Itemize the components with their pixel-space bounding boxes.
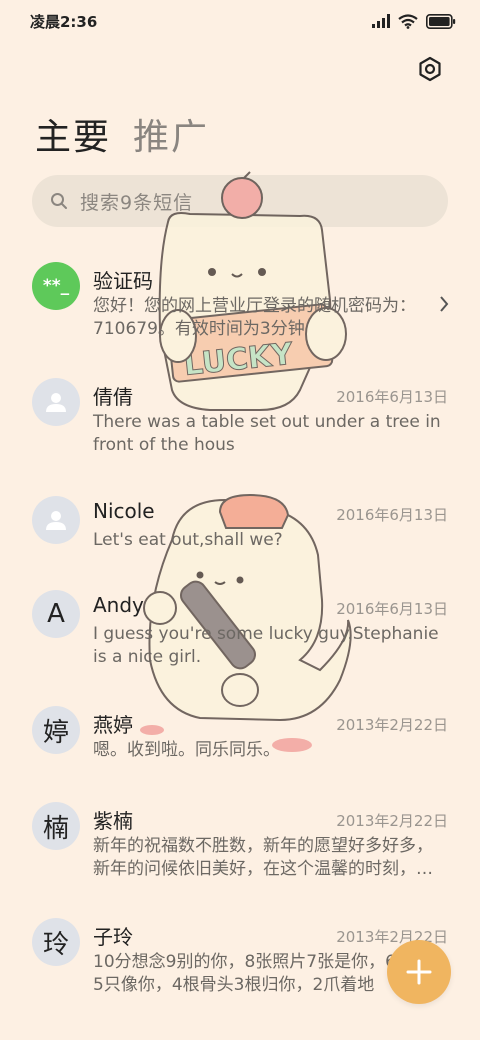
thread-name: 验证码 bbox=[93, 269, 153, 293]
thread-date: 2016年6月13日 bbox=[336, 388, 448, 406]
thread-name: Andy bbox=[93, 593, 144, 617]
thread-item-andy[interactable]: A Andy 2016年6月13日 I guess you're some lu… bbox=[0, 568, 480, 684]
thread-item-qianqian[interactable]: 倩倩 2016年6月13日 There was a table set out … bbox=[0, 356, 480, 474]
thread-item-nicole[interactable]: Nicole 2016年6月13日 Let's eat out,shall we… bbox=[0, 474, 480, 568]
thread-item-zinan[interactable]: 楠 紫楠 2013年2月22日 新年的祝福数不胜数，新年的愿望好多好多，新年的问… bbox=[0, 780, 480, 896]
plus-icon bbox=[406, 959, 432, 985]
avatar-person bbox=[32, 496, 80, 544]
person-icon bbox=[46, 511, 66, 530]
avatar-letter: A bbox=[32, 590, 80, 638]
battery-icon bbox=[426, 13, 456, 29]
search-icon bbox=[51, 193, 67, 209]
avatar-letter: 玲 bbox=[32, 918, 80, 966]
wifi-icon bbox=[398, 13, 418, 29]
status-time: 凌晨2:36 bbox=[30, 13, 98, 31]
signal-icon bbox=[372, 14, 390, 28]
thread-preview: I guess you're some lucky guy.Stephanie … bbox=[93, 624, 439, 667]
thread-date: 2013年2月22日 bbox=[336, 716, 448, 734]
avatar-letter: 婷 bbox=[32, 706, 80, 754]
search-input[interactable]: 搜索9条短信 bbox=[32, 175, 448, 227]
thread-date: 2016年6月13日 bbox=[336, 506, 448, 524]
thread-preview: 嗯。收到啦。同乐同乐。 bbox=[93, 740, 280, 760]
thread-date: 2013年2月22日 bbox=[336, 812, 448, 830]
thread-name: 燕婷 bbox=[93, 713, 133, 737]
thread-item-yanting[interactable]: 婷 燕婷 2013年2月22日 嗯。收到啦。同乐同乐。 bbox=[0, 684, 480, 780]
thread-preview: There was a table set out under a tree i… bbox=[93, 412, 441, 455]
avatar-verify: **_ bbox=[32, 262, 80, 310]
thread-name: 子玲 bbox=[93, 925, 133, 949]
status-icons bbox=[372, 12, 456, 30]
tab-primary[interactable]: 主要 bbox=[35, 108, 111, 160]
thread-date: 2016年6月13日 bbox=[336, 600, 448, 618]
thread-name: Nicole bbox=[93, 499, 155, 523]
thread-name: 倩倩 bbox=[93, 385, 133, 409]
thread-item-verify[interactable]: **_ 验证码 您好！您的网上营业厅登录的随机密码为：710679。有效时间为3… bbox=[0, 240, 480, 356]
settings-gear-icon bbox=[419, 56, 441, 82]
thread-preview: 您好！您的网上营业厅登录的随机密码为：710679。有效时间为3分钟 bbox=[93, 296, 416, 339]
thread-preview: 新年的祝福数不胜数，新年的愿望好多好多，新年的问候依旧美好，在这个温馨的时刻，… bbox=[93, 836, 433, 879]
avatar-letter: 楠 bbox=[32, 802, 80, 850]
search-placeholder: 搜索9条短信 bbox=[80, 191, 194, 214]
settings-button[interactable] bbox=[416, 55, 444, 83]
tab-promotions[interactable]: 推广 bbox=[133, 108, 209, 160]
new-message-button[interactable] bbox=[387, 940, 451, 1004]
avatar-person bbox=[32, 378, 80, 426]
tab-bar: 主要 推广 bbox=[35, 108, 209, 160]
thread-name: 紫楠 bbox=[93, 809, 133, 833]
person-icon bbox=[46, 393, 66, 412]
chevron-right-icon bbox=[440, 296, 449, 312]
thread-preview: Let's eat out,shall we? bbox=[93, 530, 283, 550]
status-bar: 凌晨2:36 bbox=[0, 0, 480, 40]
